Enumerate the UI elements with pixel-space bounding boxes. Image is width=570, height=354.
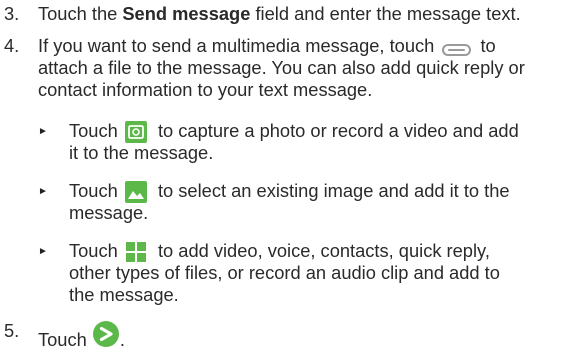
step-number: 5.	[4, 320, 20, 341]
send-message-field-label: Send message	[122, 3, 251, 24]
step-number: 3.	[4, 3, 20, 24]
step-4-line: contact information to your text message…	[38, 79, 373, 100]
bullet-marker: ►	[38, 186, 48, 197]
step-3-text: Touch the Send message field and enter t…	[38, 3, 521, 24]
step-5-text: Touch .	[38, 320, 125, 352]
bullet-gallery-text: Touch to select an existing image and ad…	[69, 180, 510, 204]
bullet-gallery-text: message.	[69, 202, 149, 223]
bullet-attach-text: Touch to add video, voice, contacts, qui…	[69, 240, 490, 263]
send-icon	[92, 320, 120, 348]
paperclip-icon	[441, 40, 473, 57]
bullet-camera-text: it to the message.	[69, 142, 214, 163]
bullet-marker: ►	[38, 126, 48, 137]
step-number: 4.	[4, 35, 20, 56]
camera-icon	[124, 121, 147, 144]
step-4-line: If you want to send a multimedia message…	[38, 35, 496, 57]
bullet-marker: ►	[38, 246, 48, 257]
attachment-grid-icon	[125, 241, 147, 263]
gallery-icon	[124, 181, 147, 204]
bullet-camera-text: Touch to capture a photo or record a vid…	[69, 120, 519, 144]
bullet-attach-text: the message.	[69, 284, 179, 305]
step-4-line: attach a file to the message. You can al…	[38, 57, 525, 78]
bullet-attach-text: other types of files, or record an audio…	[69, 262, 500, 283]
instruction-page: 3. Touch the Send message field and ente…	[0, 0, 570, 350]
